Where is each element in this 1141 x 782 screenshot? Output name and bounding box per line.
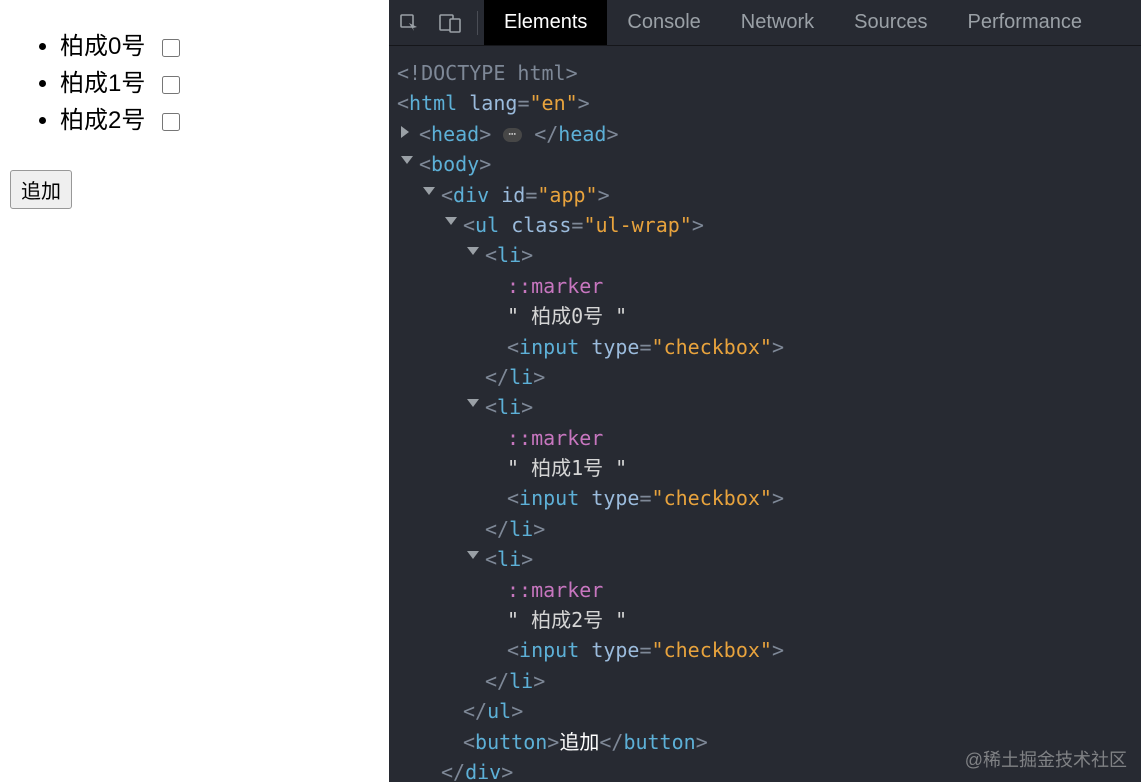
item-checkbox[interactable] <box>162 113 180 131</box>
dom-text-node: " 柏成2号 " <box>397 605 1137 635</box>
dom-div-close[interactable]: </div> <box>397 757 1137 782</box>
dom-marker: ::marker <box>397 575 1137 605</box>
dom-doctype: <!DOCTYPE html> <box>397 58 1137 88</box>
devtools-panel: Elements Console Network Sources Perform… <box>389 0 1141 782</box>
dom-marker: ::marker <box>397 423 1137 453</box>
dom-tree[interactable]: <!DOCTYPE html> <html lang="en"> <head> … <box>389 46 1141 782</box>
list-item: 柏成1号 <box>60 65 379 102</box>
devtools-tabbar: Elements Console Network Sources Perform… <box>389 0 1141 46</box>
tab-performance[interactable]: Performance <box>948 0 1103 45</box>
dom-li-close[interactable]: </li> <box>397 362 1137 392</box>
dom-head[interactable]: <head> ⋯ </head> <box>397 119 1137 149</box>
tab-network[interactable]: Network <box>721 0 834 45</box>
dom-input[interactable]: <input type="checkbox"> <box>397 332 1137 362</box>
tab-separator <box>477 11 478 35</box>
dom-ul[interactable]: <ul class="ul-wrap"> <box>397 210 1137 240</box>
dom-li-close[interactable]: </li> <box>397 666 1137 696</box>
dom-text-node: " 柏成0号 " <box>397 301 1137 331</box>
dom-text-node: " 柏成1号 " <box>397 453 1137 483</box>
item-list: 柏成0号 柏成1号 柏成2号 <box>10 28 379 140</box>
expand-arrow-icon[interactable] <box>401 126 409 138</box>
add-button[interactable]: 追加 <box>10 170 72 209</box>
collapse-arrow-icon[interactable] <box>401 156 413 164</box>
dom-div-app[interactable]: <div id="app"> <box>397 180 1137 210</box>
dom-input[interactable]: <input type="checkbox"> <box>397 483 1137 513</box>
rendered-page: 柏成0号 柏成1号 柏成2号 追加 <box>0 0 389 782</box>
dom-li-open[interactable]: <li> <box>397 240 1137 270</box>
dom-body-open[interactable]: <body> <box>397 149 1137 179</box>
device-toggle-icon[interactable] <box>429 0 471 45</box>
collapse-arrow-icon[interactable] <box>467 551 479 559</box>
tab-console[interactable]: Console <box>607 0 720 45</box>
dom-li-open[interactable]: <li> <box>397 544 1137 574</box>
dom-ul-close[interactable]: </ul> <box>397 696 1137 726</box>
dom-input[interactable]: <input type="checkbox"> <box>397 635 1137 665</box>
collapse-arrow-icon[interactable] <box>445 217 457 225</box>
dom-li-close[interactable]: </li> <box>397 514 1137 544</box>
item-checkbox[interactable] <box>162 76 180 94</box>
item-label: 柏成1号 <box>60 70 145 97</box>
dom-marker: ::marker <box>397 271 1137 301</box>
collapse-arrow-icon[interactable] <box>467 247 479 255</box>
ellipsis-icon[interactable]: ⋯ <box>503 128 522 142</box>
item-checkbox[interactable] <box>162 39 180 57</box>
item-label: 柏成0号 <box>60 33 145 60</box>
collapse-arrow-icon[interactable] <box>467 399 479 407</box>
tab-sources[interactable]: Sources <box>834 0 947 45</box>
list-item: 柏成2号 <box>60 102 379 139</box>
tab-elements[interactable]: Elements <box>484 0 607 45</box>
dom-button[interactable]: <button>追加</button> <box>397 727 1137 757</box>
inspect-icon[interactable] <box>389 0 429 45</box>
dom-html-open[interactable]: <html lang="en"> <box>397 88 1137 118</box>
collapse-arrow-icon[interactable] <box>423 187 435 195</box>
list-item: 柏成0号 <box>60 28 379 65</box>
dom-li-open[interactable]: <li> <box>397 392 1137 422</box>
item-label: 柏成2号 <box>60 107 145 134</box>
